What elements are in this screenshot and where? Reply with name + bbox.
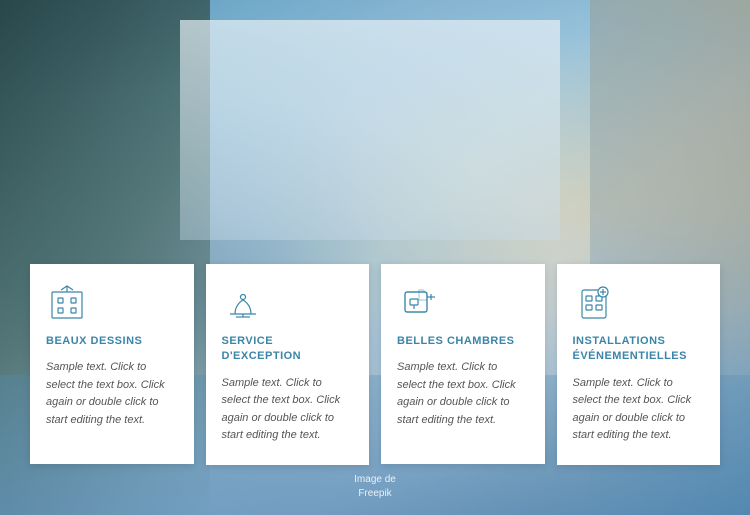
card-2-text: Sample text. Click to select the text bo… bbox=[222, 375, 354, 445]
card-service-exception[interactable]: SERVICE D'EXCEPTION Sample text. Click t… bbox=[206, 264, 370, 465]
card-beaux-dessins[interactable]: BEAUX DESSINS Sample text. Click to sele… bbox=[30, 264, 194, 464]
card-4-title: INSTALLATIONS ÉVÉNEMENTIELLES bbox=[573, 334, 705, 365]
card-installations[interactable]: INSTALLATIONS ÉVÉNEMENTIELLES Sample tex… bbox=[557, 264, 721, 465]
map-pin-icon bbox=[573, 282, 615, 324]
card-2-title: SERVICE D'EXCEPTION bbox=[222, 334, 354, 365]
card-4-text: Sample text. Click to select the text bo… bbox=[573, 375, 705, 445]
card-1-text: Sample text. Click to select the text bo… bbox=[46, 359, 178, 429]
service-bell-icon bbox=[222, 282, 264, 324]
image-credit: Image de Freepik bbox=[354, 473, 396, 501]
cards-container: BEAUX DESSINS Sample text. Click to sele… bbox=[30, 264, 720, 465]
image-credit-line1: Image de bbox=[354, 474, 396, 485]
image-credit-line2: Freepik bbox=[358, 488, 391, 499]
card-belles-chambres[interactable]: BELLES CHAMBRES Sample text. Click to se… bbox=[381, 264, 545, 464]
card-1-title: BEAUX DESSINS bbox=[46, 334, 178, 349]
card-3-title: BELLES CHAMBRES bbox=[397, 334, 529, 349]
card-3-text: Sample text. Click to select the text bo… bbox=[397, 359, 529, 429]
bg-building bbox=[180, 20, 560, 240]
hotel-building-icon bbox=[46, 282, 88, 324]
room-key-icon bbox=[397, 282, 439, 324]
background: BEAUX DESSINS Sample text. Click to sele… bbox=[0, 0, 750, 515]
